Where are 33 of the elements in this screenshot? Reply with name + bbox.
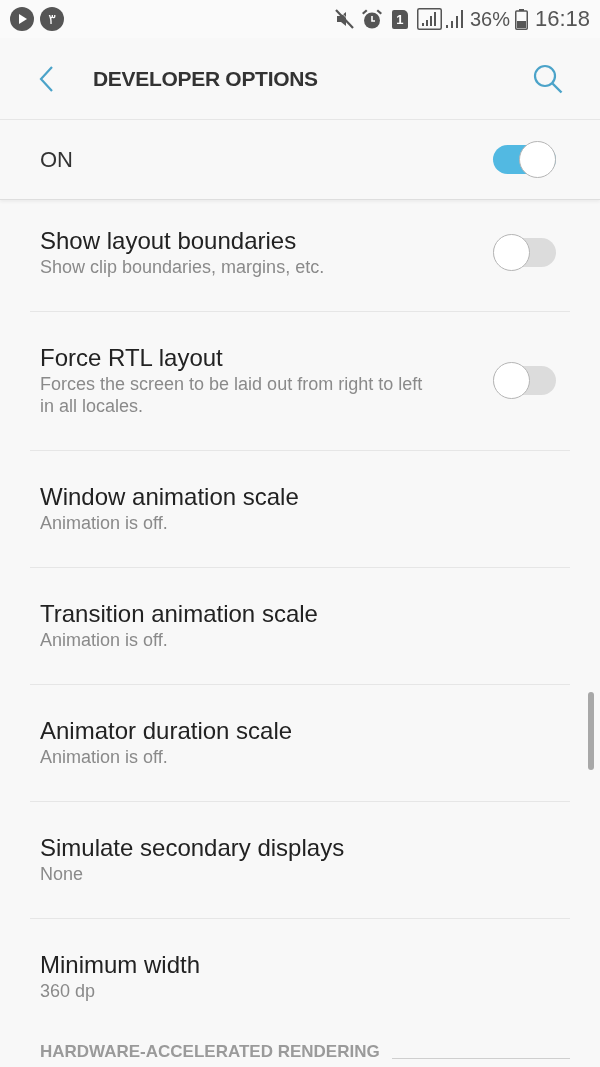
battery-icon <box>514 8 528 30</box>
setting-title[interactable]: Show layout boundaries <box>40 226 463 256</box>
setting-title[interactable]: Transition animation scale <box>40 599 526 629</box>
page-title: DEVELOPER OPTIONS <box>93 65 318 92</box>
alarm-icon <box>360 8 383 30</box>
setting-title[interactable]: Minimum width <box>40 950 526 980</box>
signal-icon <box>416 8 442 30</box>
setting-summary: 360 dp <box>40 980 97 1002</box>
setting-summary: Forces the screen to be laid out from right to left in all locales. <box>40 373 424 417</box>
sim-slot-badge: 1 <box>391 9 408 29</box>
back-icon <box>39 65 53 92</box>
setting-summary: Animation is off. <box>40 746 169 768</box>
setting-title[interactable]: Window animation scale <box>40 482 526 512</box>
battery-percent: 36% <box>469 9 510 29</box>
setting-title[interactable]: Animator duration scale <box>40 716 526 746</box>
clock-time: 16:18 <box>534 8 590 30</box>
notification-badge: ۳ <box>40 7 64 31</box>
master-switch-label: ON <box>40 146 74 174</box>
mute-icon <box>334 9 354 29</box>
section-header: HARDWARE-ACCELERATED RENDERING <box>40 1041 380 1063</box>
setting-summary: Animation is off. <box>40 512 169 534</box>
play-icon <box>10 7 34 31</box>
setting-summary: None <box>40 863 85 885</box>
toggle-switch[interactable] <box>493 233 556 271</box>
setting-summary: Show clip boundaries, margins, etc. <box>40 256 326 278</box>
toggle-switch[interactable] <box>493 361 556 399</box>
toggle-switch[interactable] <box>493 141 556 178</box>
search-icon <box>533 63 563 94</box>
search-button[interactable] <box>532 62 564 95</box>
setting-title[interactable]: Simulate secondary displays <box>40 833 526 863</box>
setting-title[interactable]: Force RTL layout <box>40 343 463 373</box>
signal-icon <box>445 9 465 29</box>
setting-summary: Animation is off. <box>40 629 169 651</box>
